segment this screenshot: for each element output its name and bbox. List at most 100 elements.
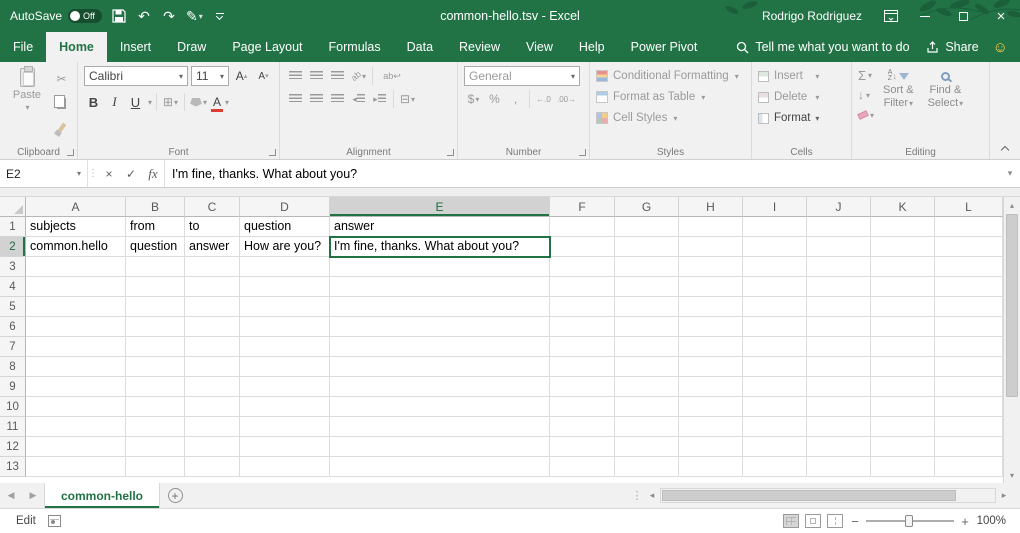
format-cells-button[interactable]: Format ▾: [758, 108, 819, 128]
cell-E3[interactable]: [330, 257, 550, 277]
sheet-nav-left-button[interactable]: ◀: [0, 483, 22, 508]
cell-E1[interactable]: answer: [330, 217, 550, 237]
cell-L9[interactable]: [935, 377, 1003, 397]
cell-G11[interactable]: [615, 417, 679, 437]
cell-A2[interactable]: common.hello: [26, 237, 126, 257]
cell-J2[interactable]: [807, 237, 871, 257]
cell-F8[interactable]: [550, 357, 615, 377]
cell-D10[interactable]: [240, 397, 330, 417]
align-bottom-button[interactable]: [328, 66, 347, 86]
paste-button[interactable]: Paste ▾: [6, 66, 48, 143]
cell-B2[interactable]: question: [126, 237, 185, 257]
row-header-8[interactable]: 8: [0, 357, 26, 377]
cell-F11[interactable]: [550, 417, 615, 437]
row-header-2[interactable]: 2: [0, 237, 26, 257]
row-header-7[interactable]: 7: [0, 337, 26, 357]
clipboard-dialog-launcher[interactable]: [67, 149, 74, 156]
cell-styles-button[interactable]: Cell Styles ▾: [596, 108, 739, 128]
cell-E9[interactable]: [330, 377, 550, 397]
cell-B4[interactable]: [126, 277, 185, 297]
cell-G10[interactable]: [615, 397, 679, 417]
page-break-view-button[interactable]: [827, 514, 843, 528]
select-all-corner[interactable]: [0, 197, 26, 217]
vertical-scrollbar[interactable]: ▴ ▾: [1003, 197, 1020, 483]
cell-A13[interactable]: [26, 457, 126, 477]
tab-review[interactable]: Review: [446, 32, 513, 62]
cell-L3[interactable]: [935, 257, 1003, 277]
cell-A1[interactable]: subjects: [26, 217, 126, 237]
sheet-nav-right-button[interactable]: ▶: [22, 483, 44, 508]
cell-C13[interactable]: [185, 457, 240, 477]
cell-J5[interactable]: [807, 297, 871, 317]
cell-F5[interactable]: [550, 297, 615, 317]
cell-G6[interactable]: [615, 317, 679, 337]
tab-draw[interactable]: Draw: [164, 32, 219, 62]
comma-style-button[interactable]: ,: [506, 89, 525, 109]
cell-D4[interactable]: [240, 277, 330, 297]
row-header-9[interactable]: 9: [0, 377, 26, 397]
vertical-scroll-thumb[interactable]: [1006, 214, 1018, 397]
cell-A6[interactable]: [26, 317, 126, 337]
minimize-button[interactable]: [906, 0, 944, 32]
cell-J8[interactable]: [807, 357, 871, 377]
autosum-button[interactable]: Σ ▾: [858, 66, 874, 84]
cell-K11[interactable]: [871, 417, 935, 437]
vertical-scroll-track[interactable]: [1004, 213, 1020, 467]
cell-C3[interactable]: [185, 257, 240, 277]
cell-L11[interactable]: [935, 417, 1003, 437]
tab-insert[interactable]: Insert: [107, 32, 164, 62]
ribbon-display-options-button[interactable]: [876, 0, 906, 32]
cell-E12[interactable]: [330, 437, 550, 457]
scroll-up-icon[interactable]: ▴: [1004, 197, 1020, 213]
cell-H12[interactable]: [679, 437, 743, 457]
cell-C12[interactable]: [185, 437, 240, 457]
cell-I3[interactable]: [743, 257, 807, 277]
row-header-5[interactable]: 5: [0, 297, 26, 317]
tab-home[interactable]: Home: [46, 32, 107, 62]
save-button[interactable]: [111, 5, 127, 27]
cell-L5[interactable]: [935, 297, 1003, 317]
cell-C9[interactable]: [185, 377, 240, 397]
decrease-font-size-button[interactable]: A▾: [254, 66, 273, 86]
font-name-select[interactable]: Calibri ▾: [84, 66, 188, 86]
align-middle-button[interactable]: [307, 66, 326, 86]
cell-I12[interactable]: [743, 437, 807, 457]
cell-B8[interactable]: [126, 357, 185, 377]
cell-D13[interactable]: [240, 457, 330, 477]
cell-C1[interactable]: to: [185, 217, 240, 237]
cell-C7[interactable]: [185, 337, 240, 357]
new-sheet-button[interactable]: +: [160, 483, 190, 508]
share-button[interactable]: Share: [914, 32, 990, 62]
cell-B1[interactable]: from: [126, 217, 185, 237]
cell-H4[interactable]: [679, 277, 743, 297]
align-right-button[interactable]: [328, 89, 347, 109]
cell-H10[interactable]: [679, 397, 743, 417]
cell-B12[interactable]: [126, 437, 185, 457]
cell-J3[interactable]: [807, 257, 871, 277]
cell-K9[interactable]: [871, 377, 935, 397]
column-header-J[interactable]: J: [807, 197, 871, 217]
cell-F6[interactable]: [550, 317, 615, 337]
row-header-12[interactable]: 12: [0, 437, 26, 457]
increase-indent-button[interactable]: ▸: [370, 89, 389, 109]
zoom-in-button[interactable]: +: [956, 514, 974, 529]
scroll-right-icon[interactable]: ▸: [996, 490, 1012, 501]
cell-K2[interactable]: [871, 237, 935, 257]
conditional-formatting-button[interactable]: Conditional Formatting ▾: [596, 66, 739, 86]
cell-E10[interactable]: [330, 397, 550, 417]
column-header-K[interactable]: K: [871, 197, 935, 217]
cell-D5[interactable]: [240, 297, 330, 317]
column-header-E[interactable]: E: [330, 197, 550, 217]
cell-G12[interactable]: [615, 437, 679, 457]
cell-I8[interactable]: [743, 357, 807, 377]
cell-G2[interactable]: [615, 237, 679, 257]
cell-L12[interactable]: [935, 437, 1003, 457]
insert-function-button[interactable]: fx: [142, 160, 164, 187]
cell-K7[interactable]: [871, 337, 935, 357]
underline-button[interactable]: U: [126, 92, 145, 112]
find-select-button[interactable]: Find & Select▾: [923, 66, 969, 143]
column-header-B[interactable]: B: [126, 197, 185, 217]
cell-I2[interactable]: [743, 237, 807, 257]
row-header-3[interactable]: 3: [0, 257, 26, 277]
cell-C4[interactable]: [185, 277, 240, 297]
